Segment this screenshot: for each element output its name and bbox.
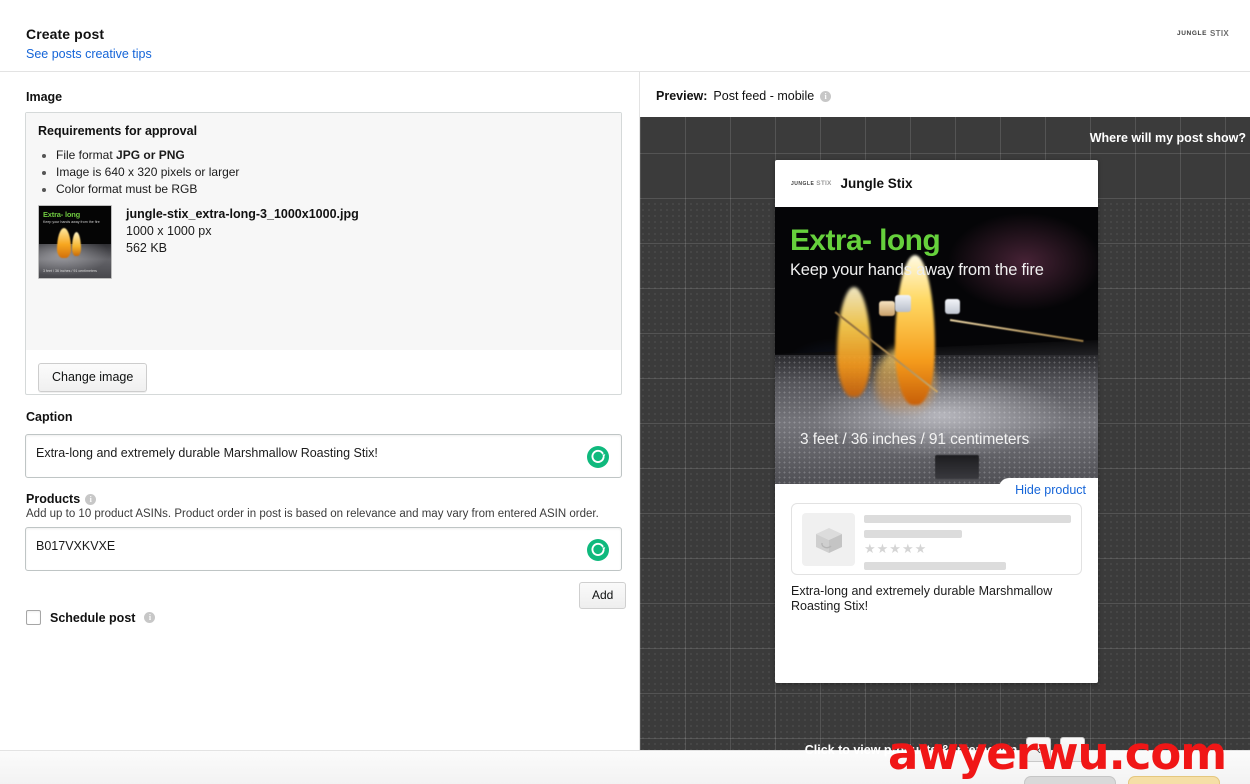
preview-logo-word-stix: STIX [816,180,831,187]
post-image-title: Extra- long [790,224,940,258]
caption-input[interactable] [36,446,576,460]
file-dimensions: 1000 x 1000 px [126,224,359,238]
preview-bottom-bar: Click to view products & interaction ‹ › [640,737,1250,762]
logo-word-jungle: JUNGLE [1177,30,1207,37]
file-size: 562 KB [126,241,359,255]
box-icon [802,513,855,566]
thumb-flame-secondary [72,232,81,256]
skeleton-line [864,515,1071,523]
products-info-icon[interactable]: i [85,494,96,505]
post-image-measurements: 3 feet / 36 inches / 91 centimeters [800,431,1029,449]
image-section-label: Image [26,90,62,104]
requirements-title: Requirements for approval [38,124,197,138]
marshmallow-far [945,299,960,314]
form-panel: Image Requirements for approval File for… [0,72,640,784]
preview-logo-word-jungle: JUNGLE [791,181,814,187]
schedule-post-checkbox[interactable] [26,610,41,625]
preview-label: Preview: [656,89,707,103]
cancel-button[interactable] [1024,776,1116,784]
post-image[interactable]: Extra- long Keep your hands away from th… [775,207,1098,484]
schedule-post-label: Schedule post [50,611,135,625]
logo-word-stix: STIX [1210,29,1229,38]
thumb-title: Extra- long [43,210,80,219]
marshmallow-white [895,295,911,312]
rating-stars: ★★★★★ [864,542,927,555]
preview-panel: Preview: Post feed - mobile i Where will… [640,72,1250,784]
caption-refresh-icon[interactable] [587,446,609,468]
requirement-item: File format JPG or PNG [56,147,239,163]
footer-actions [1024,776,1220,784]
change-image-button[interactable]: Change image [38,363,147,392]
skeleton-line [864,530,962,538]
asin-input[interactable] [36,539,576,553]
hide-product-link[interactable]: Hide product [999,478,1098,502]
chevron-left-icon[interactable]: ‹ [1026,737,1051,762]
requirement-item: Color format must be RGB [56,181,239,197]
preview-card-header: JUNGLE STIX Jungle Stix [775,160,1098,207]
products-field-wrapper [25,527,622,571]
caption-label: Caption [26,410,73,424]
image-requirements-inner: Requirements for approval File format JP… [26,113,621,350]
chevron-right-icon[interactable]: › [1060,737,1085,762]
page-title: Create post [26,26,104,42]
thumb-subtitle: Keep your hands away from the fire [43,220,100,224]
thumb-footer-text: 3 feet / 36 inches / 91 centimeters [43,269,97,273]
image-thumbnail[interactable]: Extra- long Keep your hands away from th… [38,205,112,279]
products-refresh-icon[interactable] [587,539,609,561]
preview-header: Preview: Post feed - mobile i [656,89,831,103]
skeleton-line [864,562,1006,570]
thumb-flame [57,228,71,258]
marshmallow-toasted [879,301,895,316]
submit-button[interactable] [1128,776,1220,784]
file-metadata: jungle-stix_extra-long-3_1000x1000.jpg 1… [126,205,359,255]
page-header: Create post See posts creative tips JUNG… [0,0,1250,72]
schedule-info-icon[interactable]: i [144,612,155,623]
preview-brand-logo: JUNGLE STIX [791,180,832,187]
uploaded-file-row: Extra- long Keep your hands away from th… [38,205,359,279]
preview-stage: Where will my post show? JUNGLE STIX Jun… [640,117,1250,784]
where-will-post-show-link[interactable]: Where will my post show? [1090,131,1246,145]
products-help-text: Add up to 10 product ASINs. Product orde… [26,508,599,520]
firepit-burner [935,455,979,479]
image-requirements-box: Requirements for approval File format JP… [25,112,622,395]
preview-bottom-hint: Click to view products & interaction [805,743,1018,757]
requirements-list: File format JPG or PNG Image is 640 x 32… [56,147,239,198]
jungle-stix-logo: JUNGLE STIX [1177,29,1232,38]
preview-brand-name: Jungle Stix [841,176,913,191]
create-post-page: Create post See posts creative tips JUNG… [0,0,1250,784]
caption-field-wrapper [25,434,622,478]
creative-tips-link[interactable]: See posts creative tips [26,47,152,61]
schedule-post-row[interactable]: Schedule post i [26,610,155,625]
products-label: Products [26,492,80,506]
file-name: jungle-stix_extra-long-3_1000x1000.jpg [126,207,359,221]
preview-mode: Post feed - mobile [713,89,814,103]
add-asin-button[interactable]: Add [579,582,626,609]
post-image-subtitle: Keep your hands away from the fire [790,261,1044,280]
requirement-item: Image is 640 x 320 pixels or larger [56,164,239,180]
products-label-row: Products i [26,492,96,506]
preview-info-icon[interactable]: i [820,91,831,102]
product-placeholder-card[interactable]: ★★★★★ [791,503,1082,575]
post-preview-card: JUNGLE STIX Jungle Stix [775,160,1098,683]
preview-post-caption: Extra-long and extremely durable Marshma… [791,584,1071,614]
